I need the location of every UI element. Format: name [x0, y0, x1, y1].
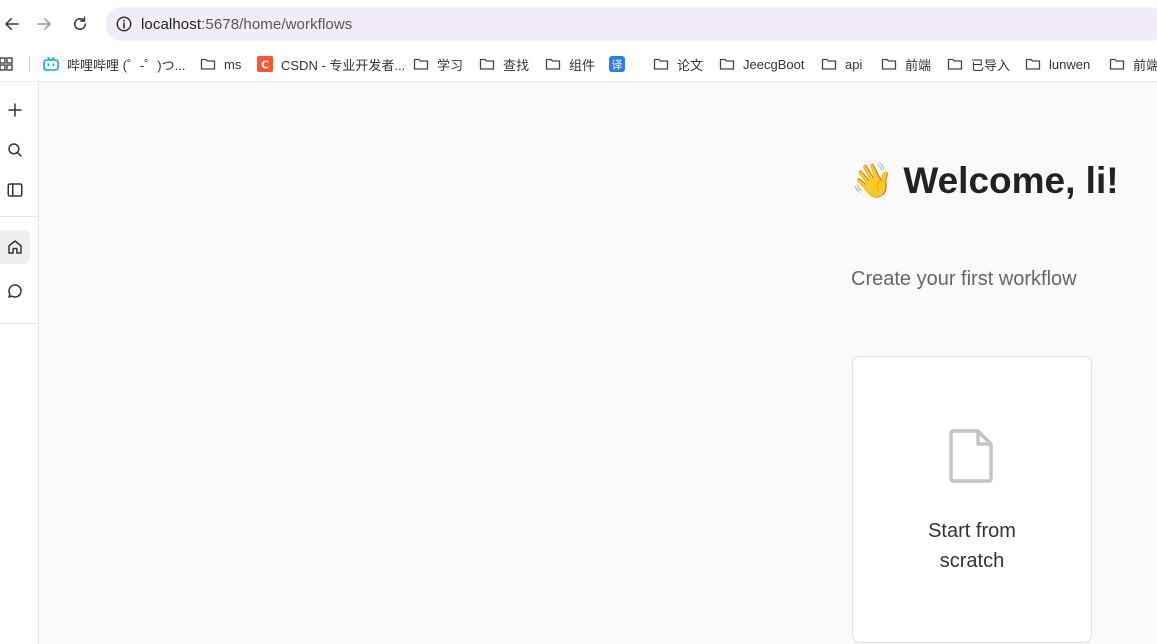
url-text: localhost:5678/home/workflows — [141, 16, 352, 33]
svg-text:译: 译 — [612, 59, 623, 72]
card-label-line-1: Start from — [928, 520, 1016, 542]
welcome-heading: 👋 Welcome, li! — [851, 160, 1119, 202]
bookmark-label: JeecgBoot — [743, 56, 805, 72]
waving-hand-icon: 👋 — [851, 162, 894, 200]
bookmark-label: lunwen — [1049, 56, 1091, 72]
bookmark-label: 前端 — [905, 57, 932, 73]
sidebar-divider — [0, 323, 38, 324]
translate-icon: 译 — [609, 56, 625, 72]
folder-icon — [545, 58, 561, 70]
bookmark-label: ms — [224, 56, 242, 72]
apps-button[interactable] — [0, 47, 16, 81]
bookmark-folder-jeecgboot[interactable]: JeecgBoot — [719, 47, 804, 81]
nav-home[interactable] — [0, 230, 30, 264]
folder-icon — [821, 58, 837, 70]
bookmarks-bar: 哔哩哔哩 (゜-゜)つ... ms C CSDN - 专业开发者... 学习 查… — [0, 47, 1157, 82]
nav-chat[interactable] — [0, 274, 30, 308]
csdn-icon: C — [257, 56, 273, 72]
bookmark-folder-ms[interactable]: ms — [200, 47, 241, 81]
folder-icon — [1025, 58, 1041, 70]
bookmark-label: 学习 — [437, 57, 464, 73]
bookmark-folder-frontend[interactable]: 前端 — [881, 47, 931, 81]
bookmark-label: 前端 — [1133, 57, 1157, 73]
folder-icon — [881, 58, 897, 70]
arrow-left-icon — [5, 18, 19, 30]
bookmark-folder-frontend-2[interactable]: 前端 — [1109, 47, 1157, 81]
bilibili-icon — [43, 56, 59, 71]
card-label-line-2: scratch — [939, 550, 1005, 572]
folder-icon — [947, 58, 963, 70]
search-button[interactable] — [0, 133, 30, 167]
toggle-sidebar-button[interactable] — [0, 173, 30, 207]
arrow-right-icon — [37, 18, 51, 30]
plus-icon — [8, 103, 22, 117]
bookmark-folder-lunwen[interactable]: lunwen — [1025, 47, 1090, 81]
bookmark-folder-search[interactable]: 查找 — [479, 47, 529, 81]
search-icon — [8, 143, 22, 157]
bookmark-folder-study[interactable]: 学习 — [413, 47, 463, 81]
welcome-text: Welcome, li! — [903, 160, 1119, 201]
folder-icon — [479, 58, 495, 70]
site-info-icon[interactable] — [115, 15, 133, 33]
card-label: Start from scratch — [853, 516, 1091, 576]
folder-icon — [653, 58, 669, 70]
bookmark-folder-papers[interactable]: 论文 — [653, 47, 703, 81]
bookmark-label: 哔哩哔哩 (゜-゜)つ... — [67, 57, 186, 73]
bookmark-label: 已导入 — [971, 57, 1011, 73]
folder-icon — [413, 58, 429, 70]
bookmarks-separator — [29, 56, 30, 72]
bookmark-folder-components[interactable]: 组件 — [545, 47, 595, 81]
svg-text:C: C — [261, 59, 269, 72]
add-button[interactable] — [0, 93, 30, 127]
page-subtitle: Create your first workflow — [851, 268, 1077, 290]
bookmark-csdn[interactable]: C CSDN - 专业开发者... — [257, 47, 405, 81]
back-button[interactable] — [0, 12, 24, 36]
bookmark-label: 查找 — [503, 57, 530, 73]
bookmark-label: 论文 — [677, 57, 704, 73]
chat-icon — [8, 284, 22, 298]
browser-toolbar: localhost:5678/home/workflows — [0, 0, 1157, 47]
reload-button[interactable] — [68, 12, 92, 36]
folder-icon — [1109, 58, 1125, 70]
folder-icon — [719, 58, 735, 70]
bookmark-label: CSDN - 专业开发者... — [281, 57, 406, 73]
sidebar-toggle-icon — [7, 183, 23, 197]
bookmark-label: 组件 — [569, 57, 596, 73]
apps-grid-icon — [0, 57, 13, 71]
forward-button[interactable] — [32, 12, 56, 36]
bookmark-label: api — [845, 56, 863, 72]
file-icon — [949, 429, 993, 483]
home-icon — [8, 240, 22, 254]
reload-icon — [74, 16, 86, 30]
url-host: localhost — [141, 15, 202, 33]
address-bar[interactable]: localhost:5678/home/workflows — [106, 7, 1157, 41]
bookmark-folder-imported[interactable]: 已导入 — [947, 47, 1010, 81]
app-sidebar — [0, 82, 39, 644]
sidebar-divider — [0, 216, 38, 217]
folder-icon — [200, 58, 216, 70]
bookmark-translate[interactable]: 译 — [609, 47, 633, 81]
bookmark-folder-api[interactable]: api — [821, 47, 862, 81]
bookmark-bilibili[interactable]: 哔哩哔哩 (゜-゜)つ... — [43, 47, 185, 81]
url-path: :5678/home/workflows — [201, 15, 353, 33]
start-from-scratch-card[interactable]: Start from scratch — [852, 356, 1092, 643]
